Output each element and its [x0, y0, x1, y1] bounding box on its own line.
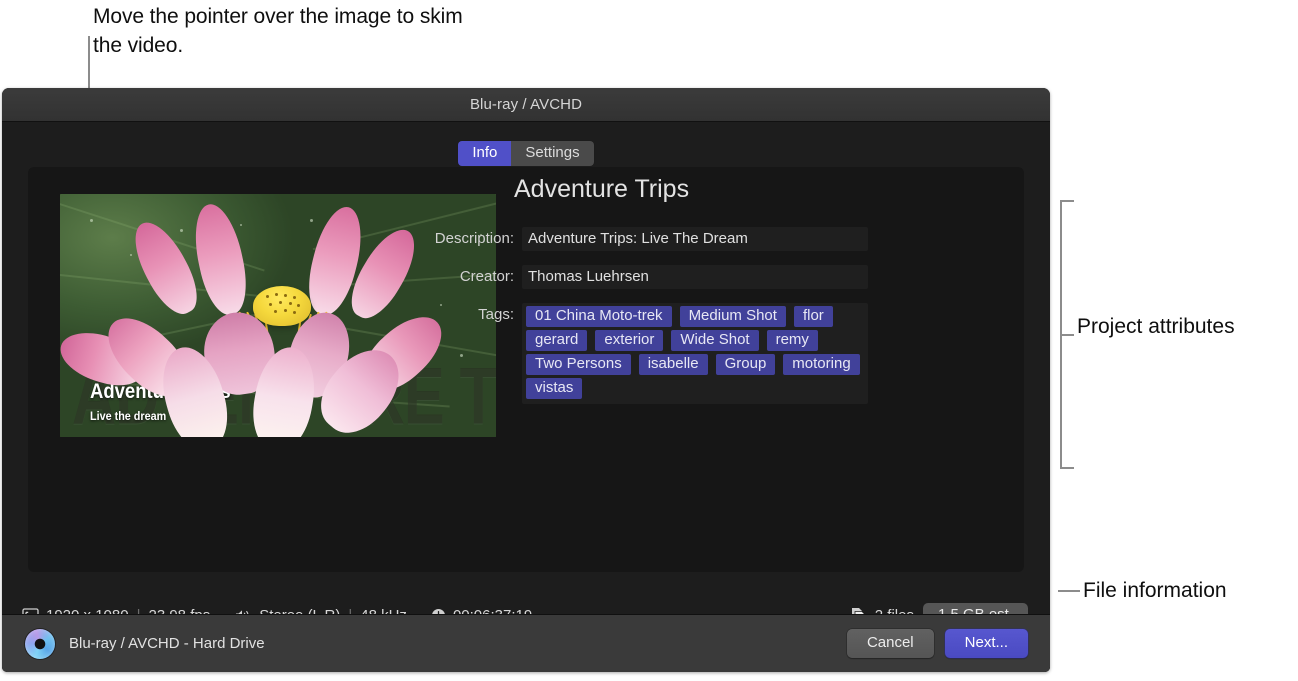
- callout-skim-video: Move the pointer over the image to skim …: [93, 5, 463, 57]
- tags-container[interactable]: 01 China Moto-trek Medium Shot flor gera…: [522, 303, 868, 404]
- tag-item[interactable]: gerard: [526, 330, 588, 351]
- optical-disc-icon: [25, 628, 55, 659]
- tag-item[interactable]: remy: [766, 330, 818, 351]
- field-tags: Tags: 01 China Moto-trek Medium Shot flo…: [398, 303, 868, 404]
- field-label-description: Description:: [434, 230, 514, 247]
- label-project-attributes: Project attributes: [1077, 315, 1235, 338]
- lotus-seed-pod: [253, 286, 311, 326]
- next-button[interactable]: Next...: [944, 629, 1028, 658]
- dialog-buttons: Cancel Next...: [846, 629, 1050, 658]
- window-body: Info Settings T Adventure Live the dream…: [2, 122, 1050, 672]
- project-title: Adventure Trips: [514, 175, 690, 203]
- leader-line-file-information: [1058, 590, 1080, 592]
- tag-item[interactable]: exterior: [595, 330, 664, 351]
- cancel-button[interactable]: Cancel: [846, 629, 934, 658]
- tab-bar: Info Settings: [2, 141, 1050, 166]
- label-file-information: File information: [1083, 579, 1227, 602]
- tag-item[interactable]: motoring: [783, 354, 860, 375]
- tab-settings[interactable]: Settings: [511, 141, 594, 166]
- share-dialog-window: Blu-ray / AVCHD Info Settings T Adventur…: [2, 88, 1050, 672]
- field-label-creator: Creator:: [459, 268, 514, 285]
- tag-item[interactable]: flor: [793, 306, 833, 327]
- tag-item[interactable]: Wide Shot: [671, 330, 759, 351]
- thumbnail-overlay-subtitle: Live the dream: [90, 409, 167, 423]
- field-value-creator[interactable]: Thomas Luehrsen: [522, 265, 868, 289]
- segmented-control: Info Settings: [458, 141, 594, 166]
- tag-item[interactable]: Medium Shot: [679, 306, 786, 327]
- tag-item[interactable]: Group: [715, 354, 776, 375]
- info-panel: ADVENTURE TRIPS Adventure Trips Live the…: [28, 167, 1024, 572]
- window-title: Blu-ray / AVCHD: [469, 96, 583, 113]
- window-titlebar: Blu-ray / AVCHD: [2, 88, 1050, 122]
- bracket-tick-project-attributes: [1060, 334, 1074, 336]
- field-value-description[interactable]: Adventure Trips: Live The Dream: [522, 227, 868, 251]
- tag-item[interactable]: 01 China Moto-trek: [526, 306, 672, 327]
- tag-item[interactable]: Two Persons: [526, 354, 631, 375]
- field-creator: Creator: Thomas Luehrsen: [398, 265, 868, 289]
- window-bottom-toolbar: Blu-ray / AVCHD - Hard Drive Cancel Next…: [2, 614, 1050, 672]
- tag-item[interactable]: isabelle: [638, 354, 708, 375]
- tab-info[interactable]: Info: [458, 141, 512, 166]
- tag-item[interactable]: vistas: [526, 378, 583, 399]
- destination-label: Blu-ray / AVCHD - Hard Drive: [69, 635, 265, 652]
- field-description: Description: Adventure Trips: Live The D…: [398, 227, 868, 251]
